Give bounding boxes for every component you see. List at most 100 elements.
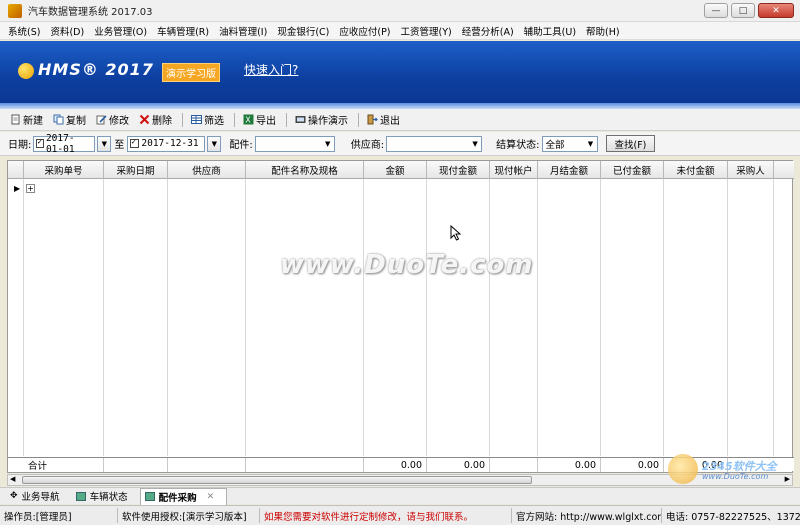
- close-tab-icon[interactable]: ✕: [207, 492, 215, 502]
- table-row[interactable]: ▶ +: [8, 182, 794, 196]
- totals-label: 合计: [24, 458, 104, 472]
- delete-label: 删除: [152, 116, 172, 127]
- col-amount[interactable]: 金额: [364, 161, 427, 179]
- quick-start-link[interactable]: 快速入门?: [244, 61, 298, 78]
- date-from-value: 2017-01-01: [45, 132, 75, 155]
- grid-header: 采购单号 采购日期 供应商 配件名称及规格 金额 现付金额 现付帐户 月结金额 …: [8, 161, 794, 179]
- grid-line: [727, 179, 728, 456]
- totals-empty: [246, 458, 364, 472]
- window-icon: [144, 492, 155, 501]
- col-purchase-no[interactable]: 采购单号: [24, 161, 104, 179]
- totals-empty: [168, 458, 246, 472]
- date-from-picker[interactable]: 2017-01-01: [33, 132, 96, 155]
- edit-button[interactable]: 修改: [92, 112, 135, 127]
- grid-line: [663, 179, 664, 456]
- edition-badge: 演示学习版: [162, 63, 220, 82]
- menu-vehicle[interactable]: 车辆管理(R): [153, 24, 215, 38]
- purchase-grid[interactable]: 采购单号 采购日期 供应商 配件名称及规格 金额 现付金额 现付帐户 月结金额 …: [7, 160, 794, 473]
- window-title: 汽车数据管理系统 2017.03: [28, 7, 153, 18]
- tab-vehicle-status[interactable]: 车辆状态: [72, 488, 140, 505]
- toolbar-separator: [286, 112, 287, 127]
- export-button[interactable]: X 导出: [239, 112, 282, 127]
- col-paid[interactable]: 已付金额: [601, 161, 664, 179]
- date-to-dropdown[interactable]: ▼: [207, 135, 222, 152]
- date-to-value: 2017-12-31: [141, 138, 199, 149]
- col-cash-account[interactable]: 现付帐户: [490, 161, 538, 179]
- edit-label: 修改: [109, 116, 129, 127]
- watermark-logo-icon: [668, 454, 698, 484]
- col-supplier[interactable]: 供应商: [168, 161, 246, 179]
- menu-tools[interactable]: 辅助工具(U): [520, 24, 582, 38]
- toolbar-separator: [234, 112, 235, 127]
- grid-line: [600, 179, 601, 456]
- menu-data[interactable]: 资料(D): [46, 24, 90, 38]
- settle-combo[interactable]: 全部 ▼: [541, 135, 598, 152]
- minimize-button[interactable]: —: [704, 3, 728, 18]
- tab-label: 车辆状态: [89, 492, 128, 503]
- filter-button[interactable]: 筛选: [187, 112, 230, 127]
- menu-receivable[interactable]: 应收应付(P): [335, 24, 396, 38]
- app-icon: [8, 3, 22, 18]
- expand-icon[interactable]: +: [26, 184, 35, 193]
- copy-icon: [53, 114, 64, 125]
- date-from-checkbox[interactable]: [36, 137, 44, 148]
- date-to-checkbox[interactable]: [130, 137, 140, 148]
- menu-salary[interactable]: 工资管理(Y): [397, 24, 458, 38]
- edit-icon: [96, 115, 107, 125]
- row-pointer-icon: ▶: [14, 184, 21, 193]
- settle-value: 全部: [545, 139, 565, 151]
- col-part-name[interactable]: 配件名称及规格: [246, 161, 364, 179]
- col-monthly[interactable]: 月结金额: [538, 161, 601, 179]
- menu-analysis[interactable]: 经营分析(A): [458, 24, 520, 38]
- demo-button[interactable]: 操作演示: [291, 112, 354, 127]
- license-status: 软件使用授权:[演示学习版本]: [118, 508, 260, 523]
- filter-label: 筛选: [204, 116, 224, 127]
- date-to-picker[interactable]: 2017-12-31: [127, 135, 206, 152]
- window-controls: — □ ✕: [704, 3, 794, 18]
- menu-business[interactable]: 业务管理(O): [90, 24, 153, 38]
- supplier-label: 供应商:: [350, 140, 385, 151]
- close-button[interactable]: ✕: [758, 3, 794, 18]
- tab-business-nav[interactable]: ✥ 业务导航: [6, 488, 72, 505]
- menu-system[interactable]: 系统(S): [4, 24, 46, 38]
- film-icon: [295, 116, 306, 123]
- exit-door-icon: [367, 114, 378, 125]
- col-purchase-date[interactable]: 采购日期: [104, 161, 168, 179]
- col-buyer[interactable]: 采购人: [728, 161, 774, 179]
- maximize-button[interactable]: □: [731, 3, 755, 18]
- part-combo[interactable]: ▼: [254, 135, 335, 152]
- col-cash-paid[interactable]: 现付金额: [427, 161, 490, 179]
- scroll-thumb[interactable]: [22, 476, 532, 484]
- logo-icon: [18, 63, 34, 79]
- grid-line: [773, 179, 774, 456]
- new-button[interactable]: 新建: [6, 112, 49, 127]
- search-button[interactable]: 查找(F): [605, 135, 656, 152]
- grid-line: [489, 179, 490, 456]
- chevron-down-icon: ▼: [472, 139, 478, 148]
- grid-line: [103, 179, 104, 456]
- tab-label: 配件采购: [158, 492, 197, 504]
- window-icon: [75, 491, 86, 501]
- delete-button[interactable]: 删除: [135, 112, 178, 127]
- supplier-combo[interactable]: ▼: [386, 135, 483, 152]
- corner-watermark: 2345软件大全 www.DuoTe.com: [666, 452, 796, 502]
- totals-cash-paid: 0.00: [427, 458, 490, 472]
- copy-label: 复制: [66, 116, 86, 127]
- menu-fuel[interactable]: 油料管理(I): [215, 24, 273, 38]
- totals-paid: 0.00: [601, 458, 664, 472]
- scroll-left-icon[interactable]: ◀: [10, 475, 15, 483]
- tab-label: 业务导航: [21, 492, 60, 503]
- chevron-down-icon: ▼: [587, 139, 594, 148]
- totals-empty: [104, 458, 168, 472]
- col-unpaid[interactable]: 未付金额: [664, 161, 728, 179]
- tab-parts-purchase[interactable]: 配件采购 ✕: [139, 487, 228, 505]
- operator-status: 操作员:[管理员]: [0, 508, 118, 523]
- menu-cash-bank[interactable]: 现金银行(C): [273, 24, 335, 38]
- status-bar: 操作员:[管理员] 软件使用授权:[演示学习版本] 如果您需要对软件进行定制修改…: [0, 505, 800, 525]
- date-from-dropdown[interactable]: ▼: [97, 135, 112, 152]
- watermark-text: www.DuoTe.com: [280, 250, 534, 280]
- menu-bar: 系统(S) 资料(D) 业务管理(O) 车辆管理(R) 油料管理(I) 现金银行…: [0, 22, 800, 40]
- copy-button[interactable]: 复制: [49, 112, 92, 127]
- menu-help[interactable]: 帮助(H): [582, 24, 626, 38]
- exit-button[interactable]: 退出: [363, 112, 406, 127]
